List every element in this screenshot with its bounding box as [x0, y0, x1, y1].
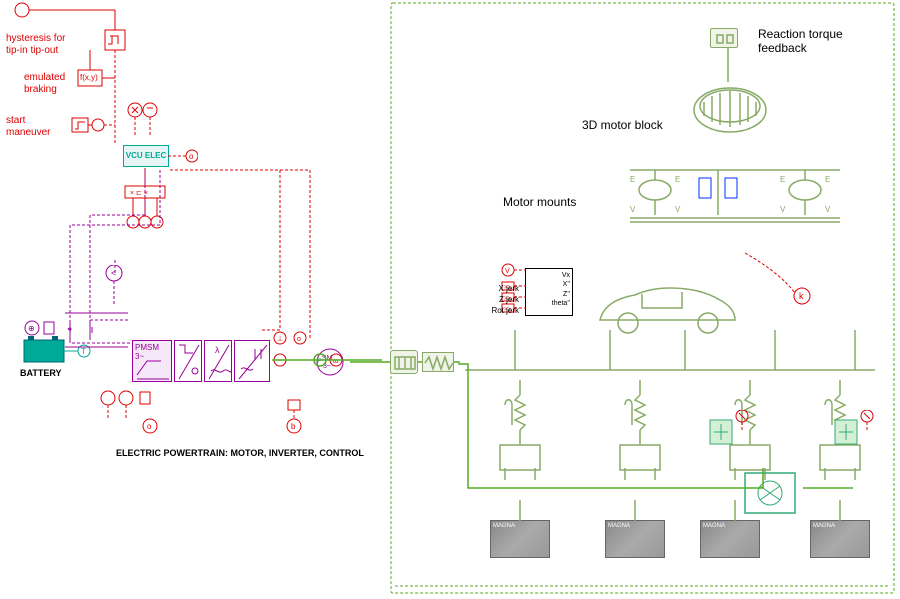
powertrain-label: ELECTRIC POWERTRAIN: MOTOR, INVERTER, CO…	[116, 448, 364, 459]
out-theta2: theta''	[528, 299, 570, 308]
emulated-braking-label: emulated braking	[24, 72, 74, 96]
reaction-torque-label: Reaction torque feedback	[758, 27, 868, 56]
road-tile-4: MAGNA	[810, 520, 870, 558]
signal-output-block: Vx X'' Z'' theta''	[525, 268, 573, 316]
torque-fb-block	[710, 28, 738, 48]
svg-text:o: o	[147, 422, 152, 431]
svg-text:⊕: ⊕	[28, 324, 35, 333]
svg-text:E: E	[630, 175, 635, 184]
svg-text:o: o	[189, 152, 194, 161]
svg-text:b: b	[291, 422, 296, 431]
road-tile-1: MAGNA	[490, 520, 550, 558]
svg-text:V: V	[675, 205, 681, 214]
out-x2: X''	[528, 280, 570, 289]
svg-text:V: V	[780, 205, 786, 214]
out-z2: Z''	[528, 290, 570, 299]
motor-mounts-label: Motor mounts	[503, 195, 576, 209]
vcu-block: VCU ELEC	[123, 145, 169, 167]
svg-text:V: V	[505, 268, 510, 275]
road-tile-2: MAGNA	[605, 520, 665, 558]
svg-text:E: E	[780, 175, 785, 184]
fxy-label: f(x,y)	[80, 73, 98, 83]
coupling-block	[390, 350, 418, 374]
start-maneuver-label: start maneuver	[6, 115, 52, 139]
svg-text:V: V	[825, 205, 831, 214]
jerk-labels: X jerk Z jerk Rot jerk	[477, 284, 519, 316]
motor-block-3d-label: 3D motor block	[582, 118, 663, 132]
hysteresis-label: hysteresis for tip-in tip-out	[6, 33, 66, 57]
spring-block	[422, 352, 454, 372]
out-vx: Vx	[528, 271, 570, 280]
vcu-text: VCU ELEC	[126, 152, 166, 160]
svg-text:V: V	[630, 205, 636, 214]
svg-text:E: E	[825, 175, 830, 184]
svg-text:E: E	[675, 175, 680, 184]
svg-text:k: k	[799, 291, 804, 301]
road-tile-3: MAGNA	[700, 520, 760, 558]
